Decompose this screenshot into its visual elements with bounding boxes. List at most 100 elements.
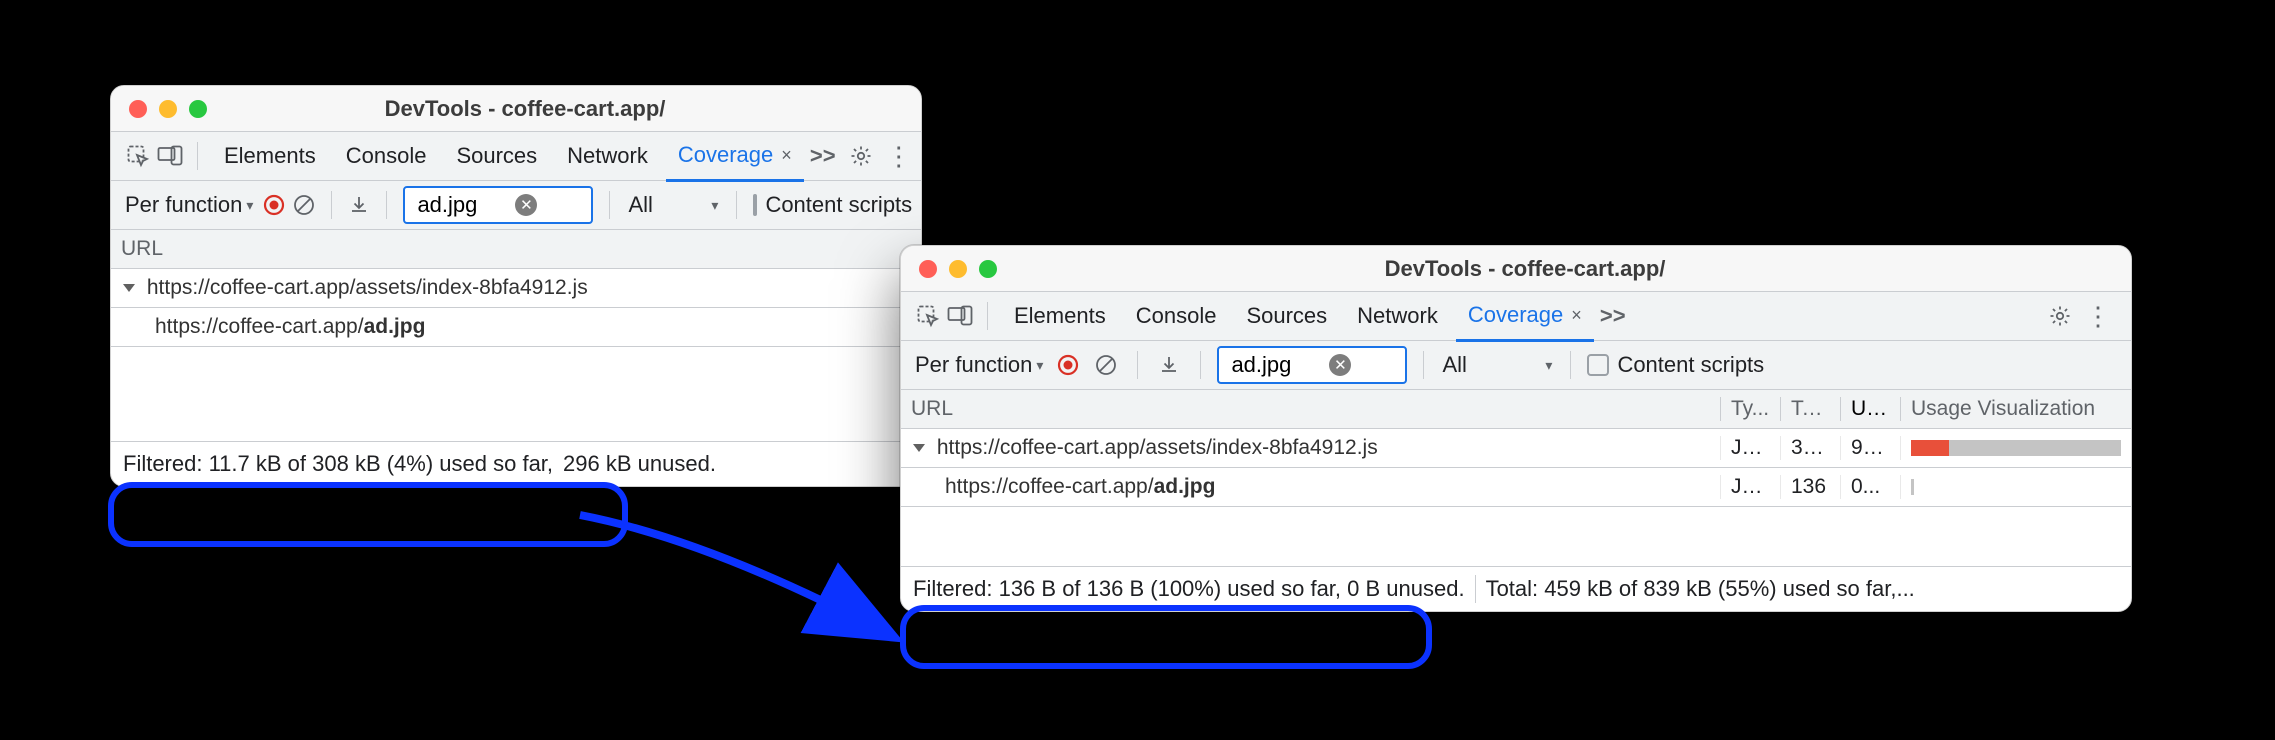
separator [609,191,610,219]
status-total: 296 kB unused. [563,451,716,477]
expand-caret-icon[interactable] [913,444,925,452]
cell-type: JS... [1721,436,1781,460]
settings-icon[interactable] [848,143,874,169]
col-url[interactable]: URL [901,397,1721,421]
tab-elements[interactable]: Elements [1002,292,1118,340]
more-tabs-icon[interactable]: >> [1600,303,1626,329]
export-button[interactable] [348,190,370,220]
table-row[interactable]: https://coffee-cart.app/assets/index-8bf… [111,269,921,308]
url-filter-input[interactable]: ✕ [1217,346,1407,384]
cell-unused: 0... [1841,475,1901,499]
url-text: https://coffee-cart.app/assets/index-8bf… [147,276,588,299]
col-unused[interactable]: U...▾ [1841,397,1901,421]
coverage-mode-dropdown[interactable]: Per function ▾ [123,192,255,218]
separator [1200,351,1201,379]
inspect-element-icon[interactable] [915,303,941,329]
status-total: Total: 459 kB of 839 kB (55%) used so fa… [1486,576,1915,602]
separator [1423,351,1424,379]
tab-coverage[interactable]: Coverage × [666,131,804,182]
col-usage[interactable]: Usage Visualization [1901,397,2131,421]
dropdown-label: All [628,192,652,218]
filter-text[interactable] [415,191,509,219]
traffic-lights[interactable] [901,260,1019,278]
traffic-lights[interactable] [111,100,229,118]
tab-network[interactable]: Network [555,132,660,180]
url-text: https://coffee-cart.app/ad.jpg [155,315,425,338]
export-button[interactable] [1154,350,1184,380]
minimize-window-icon[interactable] [159,100,177,118]
tab-network[interactable]: Network [1345,292,1450,340]
content-scripts-checkbox[interactable] [753,194,757,216]
separator [1475,575,1476,603]
chevron-down-icon: ▾ [1545,357,1552,374]
expand-caret-icon[interactable] [123,284,135,292]
col-type[interactable]: Ty... [1721,397,1781,421]
tab-coverage[interactable]: Coverage × [1456,291,1594,342]
coverage-table: URL https://coffee-cart.app/assets/index… [111,230,921,347]
url-filter-input[interactable]: ✕ [403,186,593,224]
separator [1570,351,1571,379]
tab-sources[interactable]: Sources [444,132,549,180]
content-scripts-checkbox[interactable] [1587,354,1609,376]
clear-button[interactable] [1091,350,1121,380]
annotation-highlight [900,605,1432,669]
usage-bar [1911,440,2121,456]
status-filtered: Filtered: 11.7 kB of 308 kB (4%) used so… [123,451,553,477]
clear-filter-icon[interactable]: ✕ [1329,354,1351,376]
fullscreen-window-icon[interactable] [189,100,207,118]
tab-label: Coverage [678,142,773,168]
window-title: DevTools - coffee-cart.app/ [229,96,921,122]
separator [987,302,988,330]
more-tabs-icon[interactable]: >> [810,143,836,169]
coverage-mode-dropdown[interactable]: Per function ▾ [913,352,1045,378]
kebab-menu-icon[interactable]: ⋮ [880,141,918,172]
table-header: URL Ty... To... U...▾ Usage Visualizatio… [901,390,2131,429]
coverage-toolbar: Per function ▾ ✕ All ▾ [111,181,921,230]
table-row[interactable]: https://coffee-cart.app/ad.jpg [111,308,921,347]
content-scripts-label: Content scripts [765,192,912,218]
table-row[interactable]: https://coffee-cart.app/ad.jpg JS... 136… [901,468,2131,507]
separator [1137,351,1138,379]
window-title: DevTools - coffee-cart.app/ [1019,256,2131,282]
col-url[interactable]: URL [111,237,921,261]
status-filtered: Filtered: 136 B of 136 B (100%) used so … [913,576,1465,602]
kebab-menu-icon[interactable]: ⋮ [2079,301,2117,332]
devtools-window-after: DevTools - coffee-cart.app/ Elements Con… [900,245,2132,612]
titlebar[interactable]: DevTools - coffee-cart.app/ [901,246,2131,292]
filter-text[interactable] [1229,351,1323,379]
inspect-element-icon[interactable] [125,143,151,169]
settings-icon[interactable] [2047,303,2073,329]
tab-elements[interactable]: Elements [212,132,328,180]
coverage-table: URL Ty... To... U...▾ Usage Visualizatio… [901,390,2131,507]
device-toolbar-icon[interactable] [947,303,973,329]
chevron-down-icon: ▾ [246,197,253,214]
chevron-down-icon: ▾ [711,197,718,214]
device-toolbar-icon[interactable] [157,143,183,169]
cell-unused: 96... [1841,436,1901,460]
cell-total: 30... [1781,436,1841,460]
status-bar: Filtered: 11.7 kB of 308 kB (4%) used so… [111,441,921,486]
record-button[interactable] [263,190,285,220]
table-row[interactable]: https://coffee-cart.app/assets/index-8bf… [901,429,2131,468]
tab-console[interactable]: Console [1124,292,1229,340]
tab-console[interactable]: Console [334,132,439,180]
close-window-icon[interactable] [129,100,147,118]
tab-sources[interactable]: Sources [1234,292,1339,340]
clear-button[interactable] [293,190,315,220]
panel-tabstrip: Elements Console Sources Network Coverag… [111,132,921,181]
close-tab-icon[interactable]: × [1571,306,1582,324]
url-text: https://coffee-cart.app/assets/index-8bf… [937,436,1378,459]
col-total[interactable]: To... [1781,397,1841,421]
titlebar[interactable]: DevTools - coffee-cart.app/ [111,86,921,132]
type-filter-dropdown[interactable]: All ▾ [626,192,720,218]
clear-filter-icon[interactable]: ✕ [515,194,537,216]
cell-usage [1901,440,2131,456]
type-filter-dropdown[interactable]: All ▾ [1440,352,1554,378]
separator [197,142,198,170]
usage-bar [1911,479,2121,495]
close-window-icon[interactable] [919,260,937,278]
fullscreen-window-icon[interactable] [979,260,997,278]
minimize-window-icon[interactable] [949,260,967,278]
close-tab-icon[interactable]: × [781,146,792,164]
record-button[interactable] [1053,350,1083,380]
